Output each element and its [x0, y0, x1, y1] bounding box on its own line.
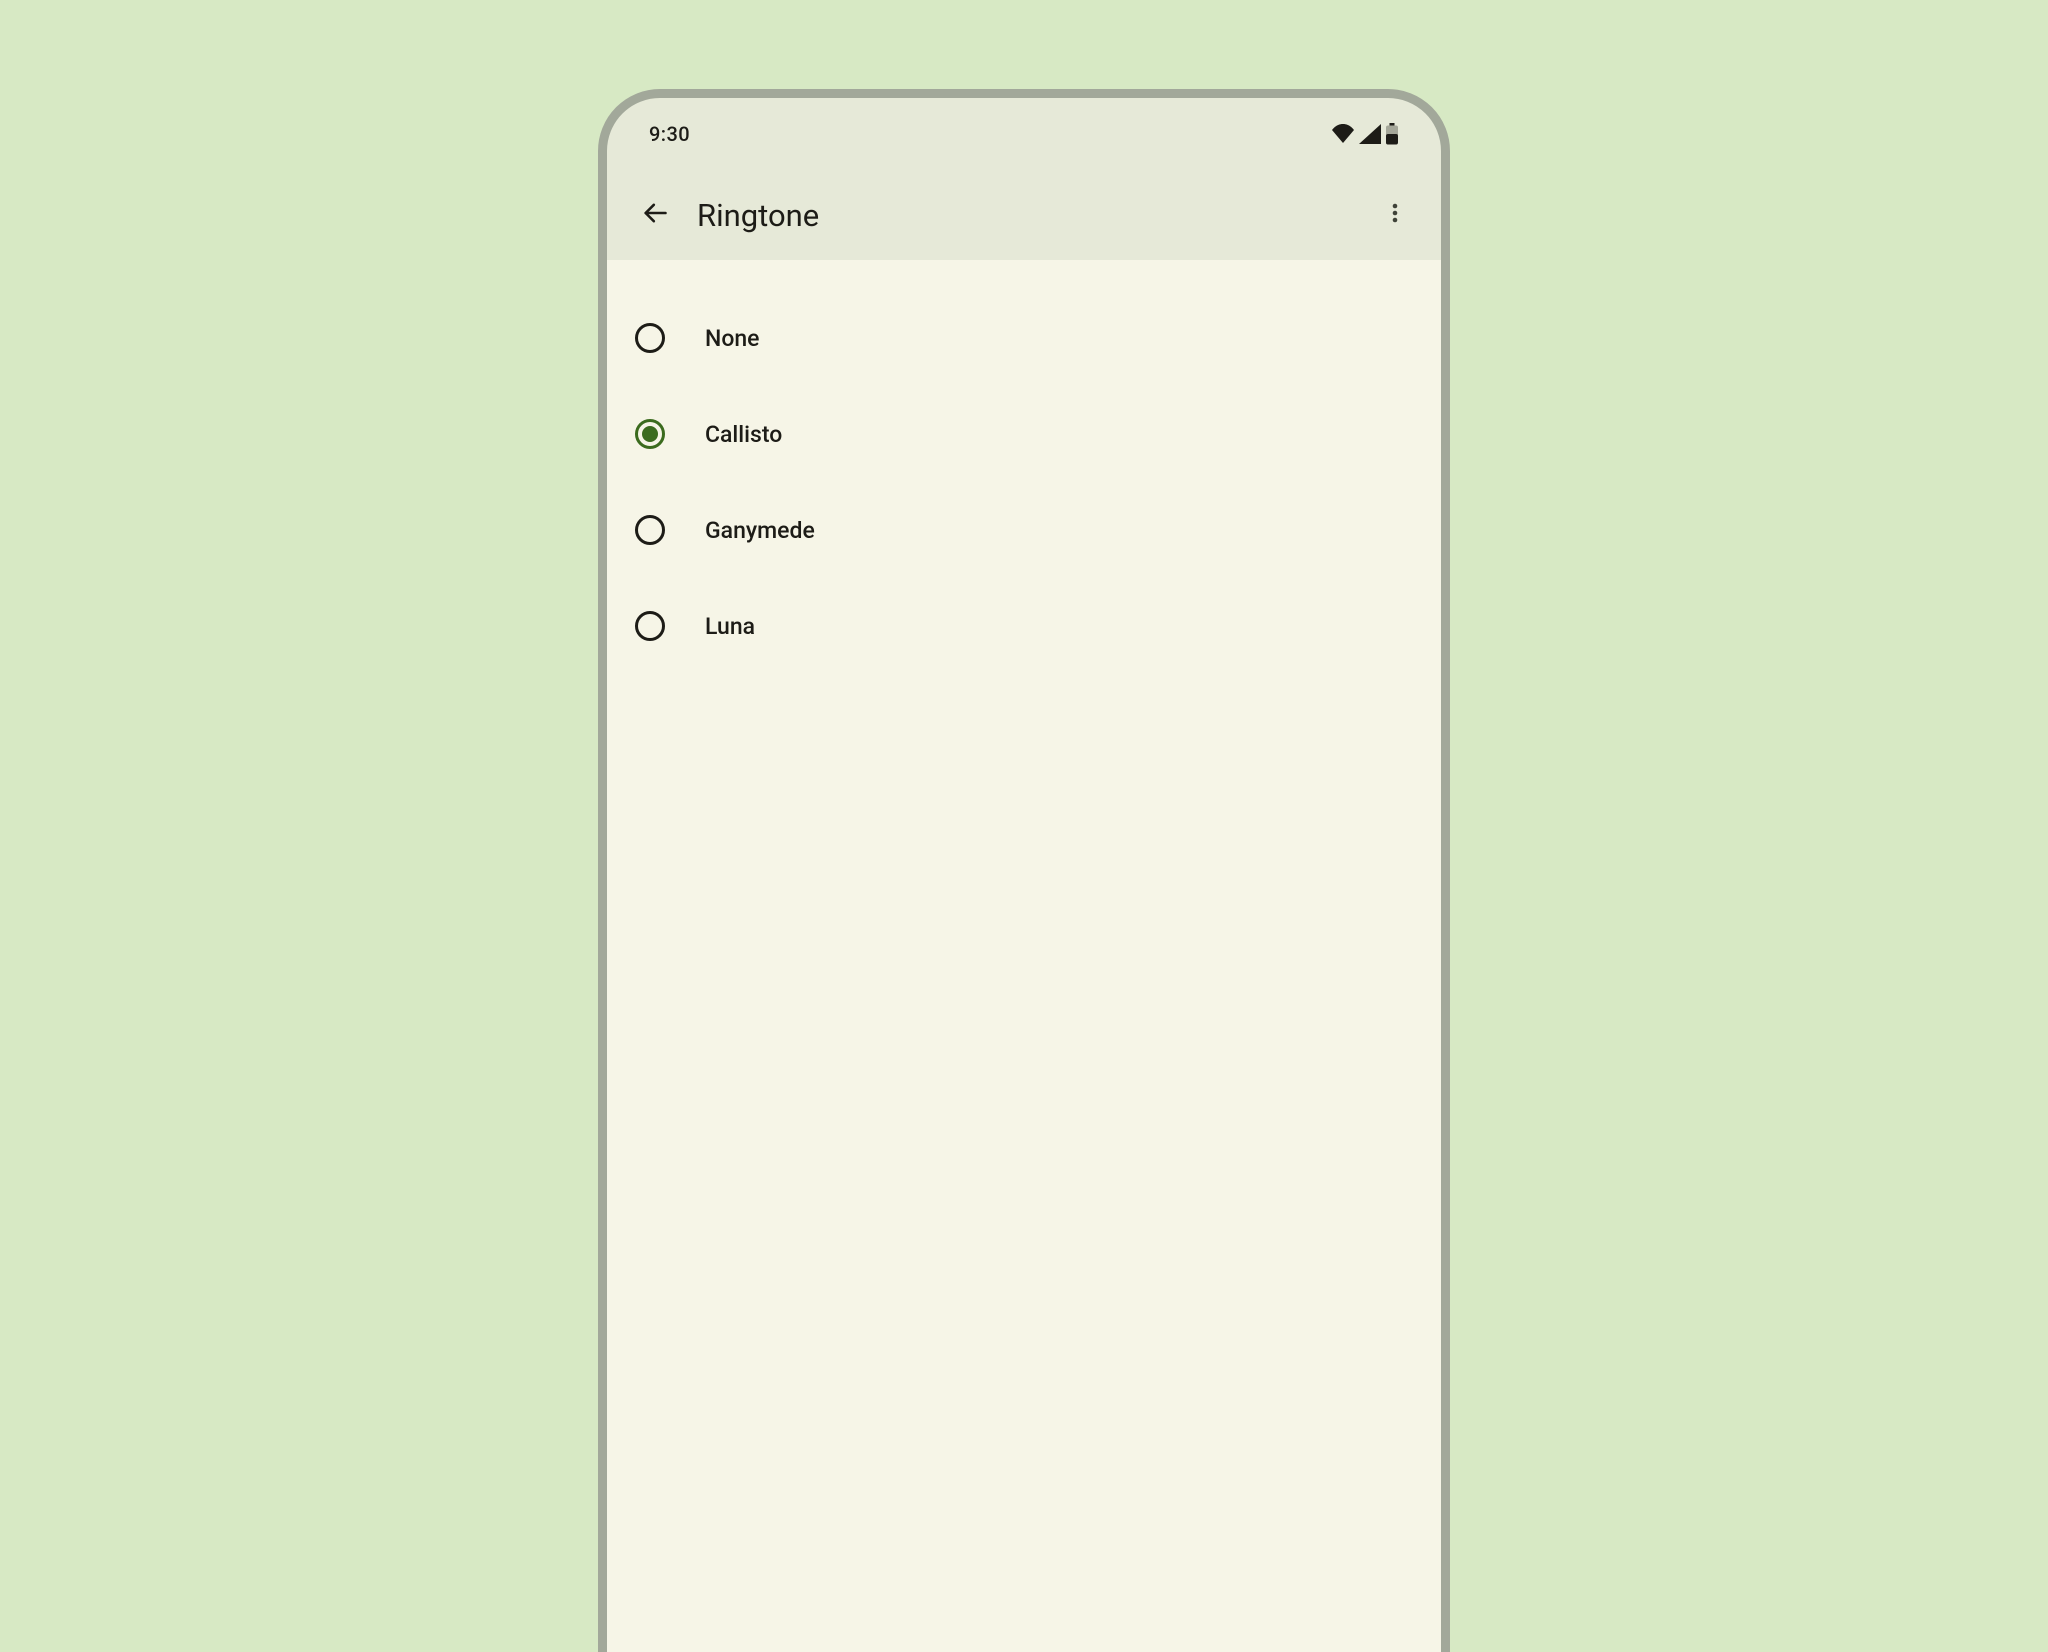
ringtone-label: Ganymede — [705, 517, 815, 544]
ringtone-label: Callisto — [705, 421, 782, 448]
radio-icon — [635, 419, 665, 449]
back-button[interactable] — [627, 187, 683, 243]
ringtone-option-none[interactable]: None — [607, 302, 1441, 374]
ringtone-option-callisto[interactable]: Callisto — [607, 398, 1441, 470]
battery-icon — [1385, 123, 1399, 145]
radio-icon — [635, 515, 665, 545]
page-title: Ringtone — [697, 197, 1367, 234]
cellular-icon — [1359, 124, 1381, 144]
ringtone-option-ganymede[interactable]: Ganymede — [607, 494, 1441, 566]
more-vert-icon — [1383, 201, 1407, 229]
app-bar: Ringtone — [607, 170, 1441, 260]
more-button[interactable] — [1367, 187, 1423, 243]
status-bar: 9:30 — [607, 98, 1441, 170]
arrow-back-icon — [641, 199, 669, 231]
status-time: 9:30 — [649, 122, 690, 146]
wifi-icon — [1331, 124, 1355, 144]
ringtone-label: Luna — [705, 613, 755, 640]
ringtone-label: None — [705, 325, 760, 352]
device-frame: 9:30 — [598, 89, 1450, 1652]
ringtone-option-luna[interactable]: Luna — [607, 590, 1441, 662]
ringtone-list: None Callisto Ganymede Luna — [607, 260, 1441, 1652]
status-icons — [1331, 123, 1399, 145]
radio-icon — [635, 611, 665, 641]
radio-icon — [635, 323, 665, 353]
